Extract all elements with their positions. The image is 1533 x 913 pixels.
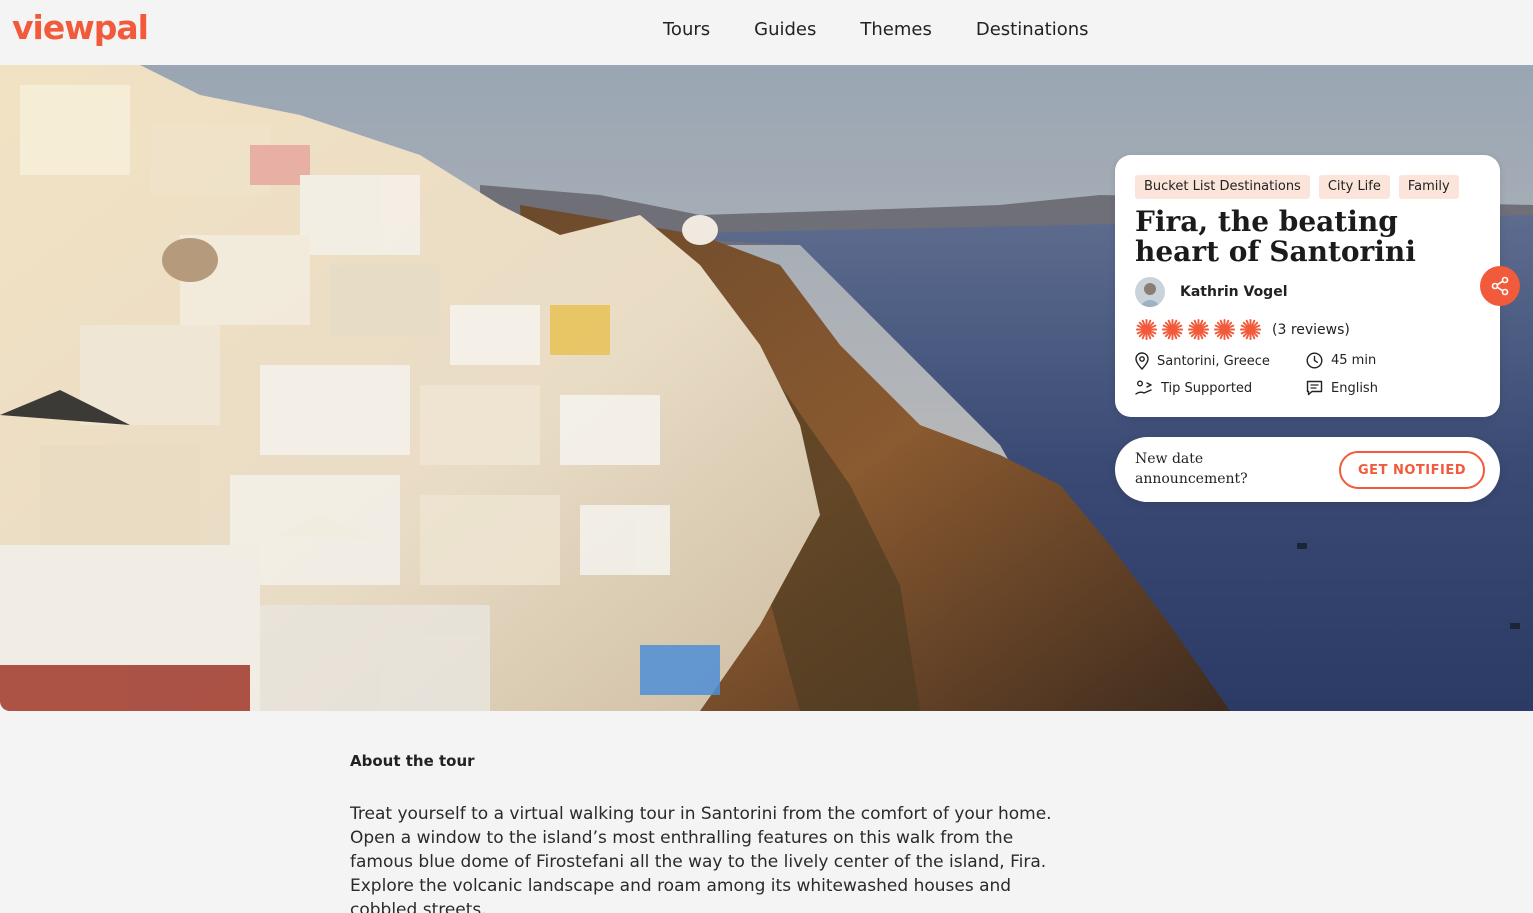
about-heading: About the tour (350, 752, 475, 770)
avatar (1135, 277, 1165, 307)
star-icon (1187, 318, 1210, 341)
tag-list: Bucket List Destinations City Life Famil… (1135, 175, 1459, 199)
tour-title: Fira, the beating heart of Santorini (1135, 205, 1416, 268)
tour-info-card: Bucket List Destinations City Life Famil… (1115, 155, 1500, 417)
nav-themes[interactable]: Themes (860, 19, 931, 40)
tag-family[interactable]: Family (1398, 175, 1459, 199)
star-rating (1135, 318, 1262, 341)
nav-tours[interactable]: Tours (663, 19, 710, 40)
duration-text: 45 min (1331, 353, 1377, 368)
share-icon (1491, 276, 1509, 296)
nav-guides[interactable]: Guides (754, 19, 816, 40)
star-icon (1161, 318, 1184, 341)
star-icon (1213, 318, 1236, 341)
tip-hand-icon (1135, 380, 1152, 395)
meta-duration: 45 min (1306, 352, 1376, 369)
author-name: Kathrin Vogel (1180, 284, 1288, 300)
get-notified-button[interactable]: GET NOTIFIED (1339, 451, 1485, 489)
clock-icon (1306, 352, 1323, 369)
location-pin-icon (1135, 352, 1149, 370)
guide-author[interactable]: Kathrin Vogel (1135, 277, 1288, 307)
notify-card: New date announcement? GET NOTIFIED (1115, 437, 1500, 502)
location-text: Santorini, Greece (1157, 353, 1270, 369)
language-text: English (1331, 380, 1378, 396)
about-text: Treat yourself to a virtual walking tour… (350, 804, 1052, 913)
viewpal-logo[interactable]: viewpal (12, 8, 149, 47)
star-icon (1239, 318, 1262, 341)
star-icon (1135, 318, 1158, 341)
site-header: viewpal Tours Guides Themes Destinations (0, 0, 1533, 65)
share-button[interactable] (1480, 266, 1520, 306)
speech-bubble-icon (1306, 380, 1323, 396)
meta-language: English (1306, 380, 1378, 396)
meta-location: Santorini, Greece (1135, 352, 1270, 370)
meta-tip: Tip Supported (1135, 380, 1252, 396)
main-nav: Tours Guides Themes Destinations (663, 19, 1133, 40)
reviews-count[interactable]: (3 reviews) (1272, 322, 1350, 338)
nav-destinations[interactable]: Destinations (976, 19, 1089, 40)
notify-text: New date announcement? (1135, 451, 1248, 487)
tag-city-life[interactable]: City Life (1318, 175, 1390, 199)
tip-text: Tip Supported (1161, 380, 1253, 396)
rating: (3 reviews) (1135, 318, 1350, 341)
tag-bucket-list[interactable]: Bucket List Destinations (1135, 175, 1310, 199)
